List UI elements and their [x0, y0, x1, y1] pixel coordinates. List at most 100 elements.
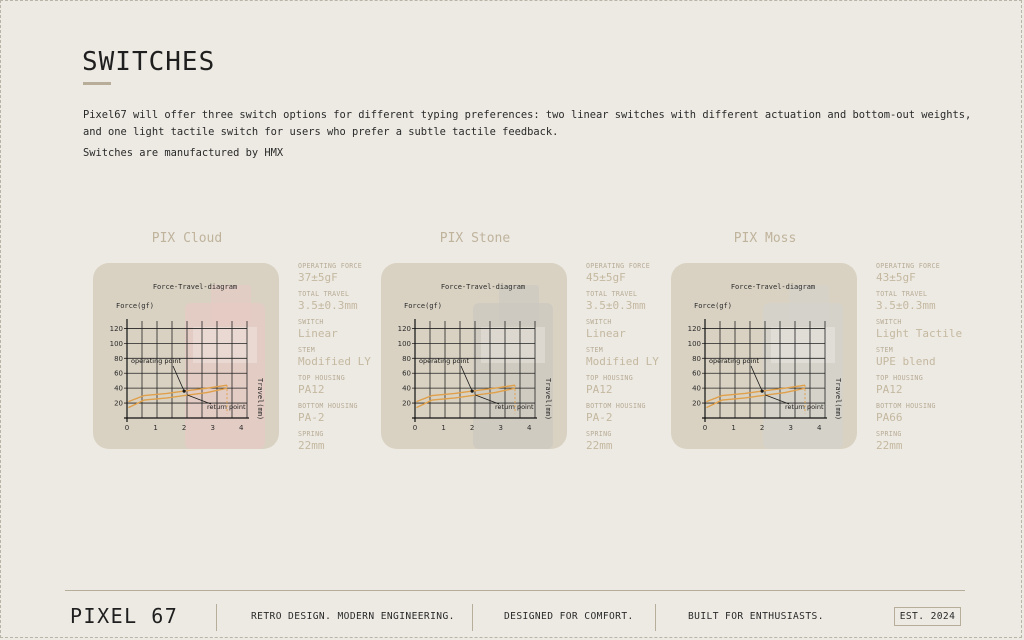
x-tick-label: 1: [731, 424, 735, 432]
spec-value: PA-2: [586, 411, 613, 424]
spec-operating-force: OPERATING FORCE 37±5gF: [298, 262, 388, 290]
spec-switch-type: SWITCH Linear: [586, 318, 676, 346]
x-tick-label: 0: [703, 424, 707, 432]
footer-separator: [655, 604, 656, 631]
y-tick-label: 100: [110, 340, 123, 348]
spec-label: TOTAL TRAVEL: [586, 290, 638, 298]
y-tick-label: 20: [114, 400, 123, 408]
x-tick-label: 4: [817, 424, 822, 432]
switch-stem-shape: [499, 285, 539, 325]
y-tick-label: 20: [692, 400, 701, 408]
spec-bottom-housing: BOTTOM HOUSING PA-2: [586, 402, 676, 430]
x-tick-label: 3: [210, 424, 214, 432]
x-tick-label: 2: [760, 424, 764, 432]
x-tick-label: 0: [125, 424, 129, 432]
spec-value: UPE blend: [876, 355, 936, 368]
y-tick-label: 120: [110, 325, 123, 333]
footer-brand: PIXEL 67: [70, 604, 179, 628]
x-tick-label: 4: [239, 424, 244, 432]
spec-total-travel: TOTAL TRAVEL 3.5±0.3mm: [876, 290, 966, 318]
spec-value: 22mm: [298, 439, 325, 452]
intro-paragraph: Pixel67 will offer three switch options …: [83, 109, 972, 138]
est-badge: EST. 2024: [894, 607, 961, 626]
spec-label: SPRING: [586, 430, 612, 438]
title-underline: [83, 82, 111, 85]
spec-value: PA-2: [298, 411, 325, 424]
spec-top-housing: TOP HOUSING PA12: [586, 374, 676, 402]
diagram-title: Force-Travel-diagram: [153, 283, 237, 291]
spec-list: OPERATING FORCE 43±5gF TOTAL TRAVEL 3.5±0.…: [876, 262, 966, 458]
spec-operating-force: OPERATING FORCE 43±5gF: [876, 262, 966, 290]
spec-value: 22mm: [876, 439, 903, 452]
spec-bottom-housing: BOTTOM HOUSING PA-2: [298, 402, 388, 430]
spec-value: PA12: [876, 383, 903, 396]
x-tick-label: 3: [788, 424, 792, 432]
spec-switch-type: SWITCH Linear: [298, 318, 388, 346]
spec-value: 3.5±0.3mm: [298, 299, 358, 312]
switch-window-shape: [771, 327, 835, 363]
operating-point-marker: [760, 389, 764, 393]
x-tick-label: 3: [498, 424, 502, 432]
y-tick-label: 100: [398, 340, 411, 348]
x-tick-label: 2: [182, 424, 186, 432]
return-point-label: return point: [207, 403, 246, 411]
spec-label: TOTAL TRAVEL: [298, 290, 350, 298]
y-tick-label: 40: [692, 385, 701, 393]
operating-point-marker: [470, 389, 474, 393]
switch-name: PIX Moss: [733, 231, 797, 246]
spec-label: BOTTOM HOUSING: [298, 402, 358, 410]
spec-label: TOP HOUSING: [298, 374, 345, 382]
spec-label: OPERATING FORCE: [876, 262, 941, 270]
spec-value: PA66: [876, 411, 903, 424]
spec-value: Modified LY: [586, 355, 659, 368]
spec-label: OPERATING FORCE: [298, 262, 363, 270]
spec-label: SWITCH: [298, 318, 324, 326]
spec-label: TOP HOUSING: [586, 374, 633, 382]
diagram-title: Force-Travel-diagram: [441, 283, 525, 291]
spec-value: Linear: [298, 327, 338, 340]
force-travel-diagram: Force-Travel-diagramForce(gf)12010080604…: [381, 263, 567, 449]
spec-value: 45±5gF: [586, 271, 626, 284]
diagram-x-label: Travel(mm): [544, 378, 552, 420]
spec-stem: STEM Modified LY: [586, 346, 676, 374]
y-tick-label: 80: [402, 355, 411, 363]
spec-value: Light Tactile: [876, 327, 963, 340]
spec-value: 43±5gF: [876, 271, 916, 284]
operating-point-label: operating point: [709, 357, 759, 365]
y-tick-label: 60: [402, 370, 411, 378]
spec-label: STEM: [586, 346, 604, 354]
force-travel-diagram: Force-Travel-diagramForce(gf)12010080604…: [671, 263, 857, 449]
spec-top-housing: TOP HOUSING PA12: [876, 374, 966, 402]
spec-label: SWITCH: [876, 318, 902, 326]
diagram-title: Force-Travel-diagram: [731, 283, 815, 291]
footer-separator: [216, 604, 217, 631]
operating-point-marker: [182, 389, 186, 393]
spec-top-housing: TOP HOUSING PA12: [298, 374, 388, 402]
y-tick-label: 20: [402, 400, 411, 408]
spec-label: TOTAL TRAVEL: [876, 290, 928, 298]
y-tick-label: 60: [114, 370, 123, 378]
spec-spring: SPRING 22mm: [586, 430, 676, 458]
spec-list: OPERATING FORCE 45±5gF TOTAL TRAVEL 3.5±0.…: [586, 262, 676, 458]
spec-total-travel: TOTAL TRAVEL 3.5±0.3mm: [298, 290, 388, 318]
spec-value: PA12: [586, 383, 613, 396]
footer-tagline: DESIGNED FOR COMFORT.: [504, 611, 634, 622]
x-tick-label: 4: [527, 424, 532, 432]
spec-bottom-housing: BOTTOM HOUSING PA66: [876, 402, 966, 430]
operating-point-label: operating point: [131, 357, 181, 365]
spec-label: SPRING: [876, 430, 902, 438]
switch-stem-shape: [789, 285, 829, 325]
spec-label: STEM: [876, 346, 894, 354]
spec-label: SPRING: [298, 430, 324, 438]
y-tick-label: 40: [114, 385, 123, 393]
y-tick-label: 80: [692, 355, 701, 363]
spec-switch-type: SWITCH Light Tactile: [876, 318, 966, 346]
spec-label: BOTTOM HOUSING: [876, 402, 936, 410]
page-title: SWITCHES: [82, 47, 216, 77]
switch-image-card: Force-Travel-diagram Force(gf) 120 100 80 60 4…: [381, 263, 567, 449]
spec-value: 22mm: [586, 439, 613, 452]
spec-label: BOTTOM HOUSING: [586, 402, 646, 410]
spec-label: TOP HOUSING: [876, 374, 923, 382]
y-tick-label: 80: [114, 355, 123, 363]
switch-image-card: Force-Travel-diagram Force(gf) 120 100 80 60 4…: [671, 263, 857, 449]
